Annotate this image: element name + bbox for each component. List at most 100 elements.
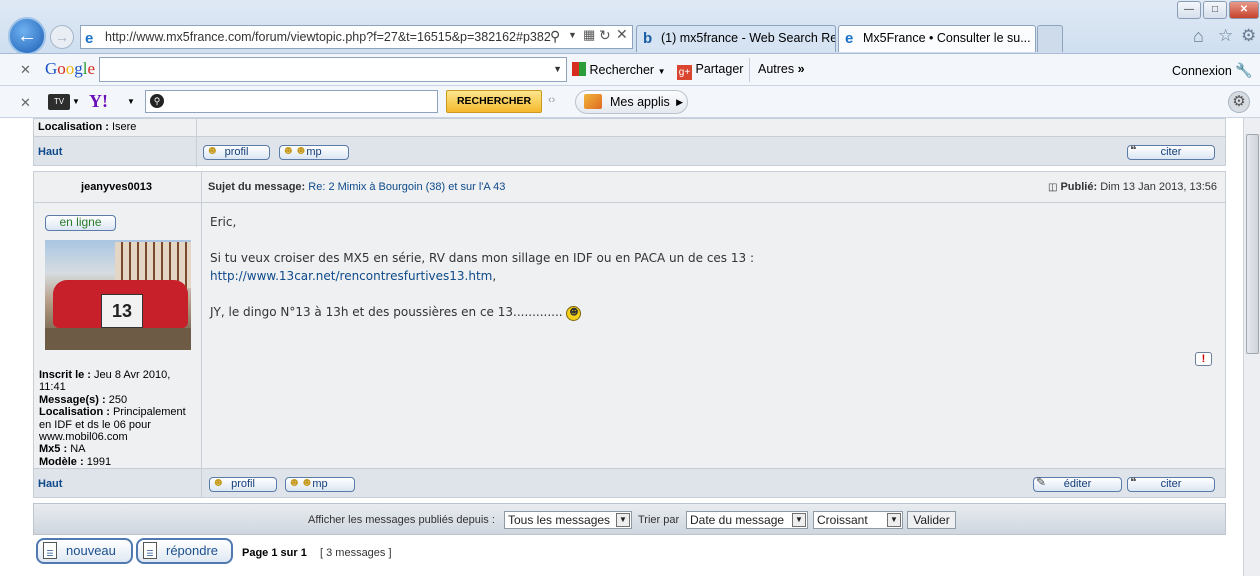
dropdown-arrow-icon[interactable]: ▼ bbox=[568, 30, 577, 40]
google-toolbar: ✕ Google ▼ Rechercher ▼ g+ Partager Autr… bbox=[0, 54, 1260, 86]
smiley-icon: ☻ bbox=[566, 306, 582, 321]
chevron-down-icon[interactable]: ▼ bbox=[72, 97, 80, 106]
quote-icon: ❝ bbox=[1130, 475, 1137, 489]
post-action-row: Haut ☻ profil ☻☻ mp ✎ éditer ❝ citer bbox=[34, 468, 1225, 498]
ie-page-icon: e bbox=[85, 30, 94, 47]
minimize-button[interactable]: — bbox=[1177, 1, 1201, 19]
home-icon[interactable]: ⌂ bbox=[1193, 26, 1204, 47]
reply-button[interactable]: ☰ répondre bbox=[136, 538, 233, 564]
my-apps-button[interactable]: Mes applis ▶ bbox=[575, 90, 688, 114]
page-scrollbar[interactable] bbox=[1243, 118, 1260, 576]
maximize-button[interactable]: □ bbox=[1203, 1, 1227, 19]
forum-post: jeanyves0013 Sujet du message: Re: 2 Mim… bbox=[33, 171, 1226, 498]
document-icon: ☰ bbox=[43, 542, 57, 559]
google-logo: Google bbox=[45, 59, 96, 78]
post-subject: Sujet du message: Re: 2 Mimix à Bourgoin… bbox=[208, 181, 506, 193]
user-location: Localisation : Principalement en IDF et … bbox=[39, 406, 186, 444]
chevron-down-icon[interactable]: ▼ bbox=[127, 97, 135, 106]
close-window-button[interactable]: ✕ bbox=[1229, 1, 1259, 19]
back-arrow-icon: ← bbox=[17, 24, 37, 47]
quote-icon: ❝ bbox=[1130, 143, 1137, 157]
sort-label: Trier par bbox=[638, 514, 680, 526]
tab-label: (1) mx5france - Web Search Re... bbox=[661, 31, 836, 45]
share-button[interactable]: g+ Partager bbox=[677, 62, 743, 80]
column-divider bbox=[201, 172, 202, 203]
body-line: Eric, bbox=[210, 215, 237, 229]
google-search-button[interactable]: Rechercher ▼ bbox=[572, 62, 666, 77]
post-document-icon[interactable]: ◫ bbox=[1048, 182, 1057, 193]
compat-view-icon[interactable]: ▦ bbox=[583, 27, 595, 43]
user-profile-info: Inscrit le : Jeu 8 Avr 2010, 11:41 Messa… bbox=[39, 369, 197, 468]
user-mx5: Mx5 : NA bbox=[39, 443, 86, 456]
submit-button[interactable]: Valider bbox=[907, 511, 956, 529]
profile-button[interactable]: ☻ profil bbox=[209, 475, 277, 492]
share-icon: g+ bbox=[677, 65, 692, 80]
close-toolbar-icon[interactable]: ✕ bbox=[20, 95, 31, 111]
yahoo-logo[interactable]: Y! bbox=[89, 91, 108, 112]
chevron-down-icon: ▼ bbox=[887, 513, 901, 527]
user-icon: ☻ bbox=[212, 475, 225, 489]
chevron-down-icon: ▼ bbox=[792, 513, 806, 527]
document-icon: ☰ bbox=[143, 542, 157, 559]
tab-label: Mx5France • Consulter le su... bbox=[863, 31, 1031, 45]
new-topic-button[interactable]: ☰ nouveau bbox=[36, 538, 133, 564]
private-message-button[interactable]: ☻☻ mp bbox=[279, 144, 349, 160]
external-link[interactable]: http://www.13car.net/rencontresfurtives1… bbox=[210, 269, 492, 283]
profile-button[interactable]: ☻ profil bbox=[203, 144, 270, 160]
order-select[interactable]: Croissant ▼ bbox=[813, 511, 903, 529]
wrench-icon: 🔧 bbox=[1235, 62, 1253, 78]
chevron-down-icon: ▼ bbox=[616, 513, 630, 527]
post-author[interactable]: jeanyves0013 bbox=[34, 181, 199, 193]
apps-icon bbox=[584, 94, 602, 109]
previous-post: Localisation : Isere Haut ☻ profil ☻☻ mp… bbox=[33, 118, 1226, 167]
report-icon[interactable]: ! bbox=[1195, 352, 1212, 366]
stop-icon[interactable]: ✕ bbox=[616, 26, 628, 43]
google-apps-icon bbox=[572, 62, 586, 76]
chevron-down-icon[interactable]: ▼ bbox=[553, 64, 562, 74]
sort-select[interactable]: Date du message ▼ bbox=[686, 511, 808, 529]
registered-date: Inscrit le : Jeu 8 Avr 2010, 11:41 bbox=[39, 369, 171, 394]
edit-pencil-icon: ✎ bbox=[1036, 475, 1047, 489]
users-icon: ☻☻ bbox=[288, 475, 314, 489]
prev-localisation: Localisation : Isere bbox=[38, 121, 137, 133]
filter-bar: Afficher les messages publiés depuis : T… bbox=[33, 503, 1226, 535]
close-toolbar-icon[interactable]: ✕ bbox=[20, 62, 31, 78]
tools-gear-icon[interactable]: ⚙ bbox=[1241, 26, 1256, 46]
scrollbar-thumb[interactable] bbox=[1246, 134, 1259, 354]
toolbar-divider bbox=[749, 58, 750, 82]
quote-button[interactable]: ❝ citer bbox=[1127, 475, 1215, 492]
tab-web-search[interactable]: b (1) mx5france - Web Search Re... bbox=[636, 25, 836, 52]
page-info: Page 1 sur 1 bbox=[242, 547, 307, 559]
back-button[interactable]: ← bbox=[8, 17, 46, 55]
bing-icon: b bbox=[643, 30, 653, 47]
google-search-input[interactable]: ▼ bbox=[99, 57, 567, 82]
refresh-icon[interactable]: ↻ bbox=[599, 27, 611, 44]
column-divider bbox=[201, 469, 202, 498]
yahoo-search-input[interactable]: ⚲ bbox=[145, 90, 438, 113]
address-search-icon[interactable]: ⚲ bbox=[550, 28, 560, 45]
online-badge: en ligne bbox=[45, 215, 116, 231]
post-header: jeanyves0013 Sujet du message: Re: 2 Mim… bbox=[34, 172, 1225, 203]
private-message-button[interactable]: ☻☻ mp bbox=[285, 475, 355, 492]
avatar[interactable]: 13 bbox=[45, 240, 191, 350]
period-select[interactable]: Tous les messages ▼ bbox=[504, 511, 632, 529]
resize-handle-icon[interactable]: ‹› bbox=[548, 94, 555, 106]
avatar-number-plate: 13 bbox=[101, 294, 143, 328]
subject-link[interactable]: Re: 2 Mimix à Bourgoin (38) et sur l'A 4… bbox=[308, 181, 505, 193]
forward-button[interactable]: → bbox=[50, 25, 74, 49]
tv-icon[interactable]: TV bbox=[48, 94, 70, 110]
more-button[interactable]: Autres » bbox=[758, 62, 805, 76]
top-link[interactable]: Haut bbox=[38, 146, 62, 158]
yahoo-search-button[interactable]: RECHERCHER bbox=[446, 90, 542, 113]
quote-button[interactable]: ❝ citer bbox=[1127, 143, 1215, 160]
edit-button[interactable]: ✎ éditer bbox=[1033, 475, 1122, 492]
column-divider bbox=[196, 137, 197, 166]
settings-gear-icon[interactable]: ⚙ bbox=[1228, 91, 1250, 113]
top-link[interactable]: Haut bbox=[38, 478, 62, 490]
yahoo-toolbar: ✕ TV ▼ Y! ▼ ⚲ RECHERCHER ‹› Mes applis ▶… bbox=[0, 86, 1260, 118]
login-button[interactable]: Connexion 🔧 bbox=[1172, 62, 1253, 79]
new-tab-button[interactable] bbox=[1037, 25, 1063, 52]
tab-mx5france[interactable]: e Mx5France • Consulter le su... bbox=[838, 25, 1036, 52]
body-link-line: http://www.13car.net/rencontresfurtives1… bbox=[210, 269, 497, 283]
favorites-star-icon[interactable]: ☆ bbox=[1218, 26, 1233, 46]
